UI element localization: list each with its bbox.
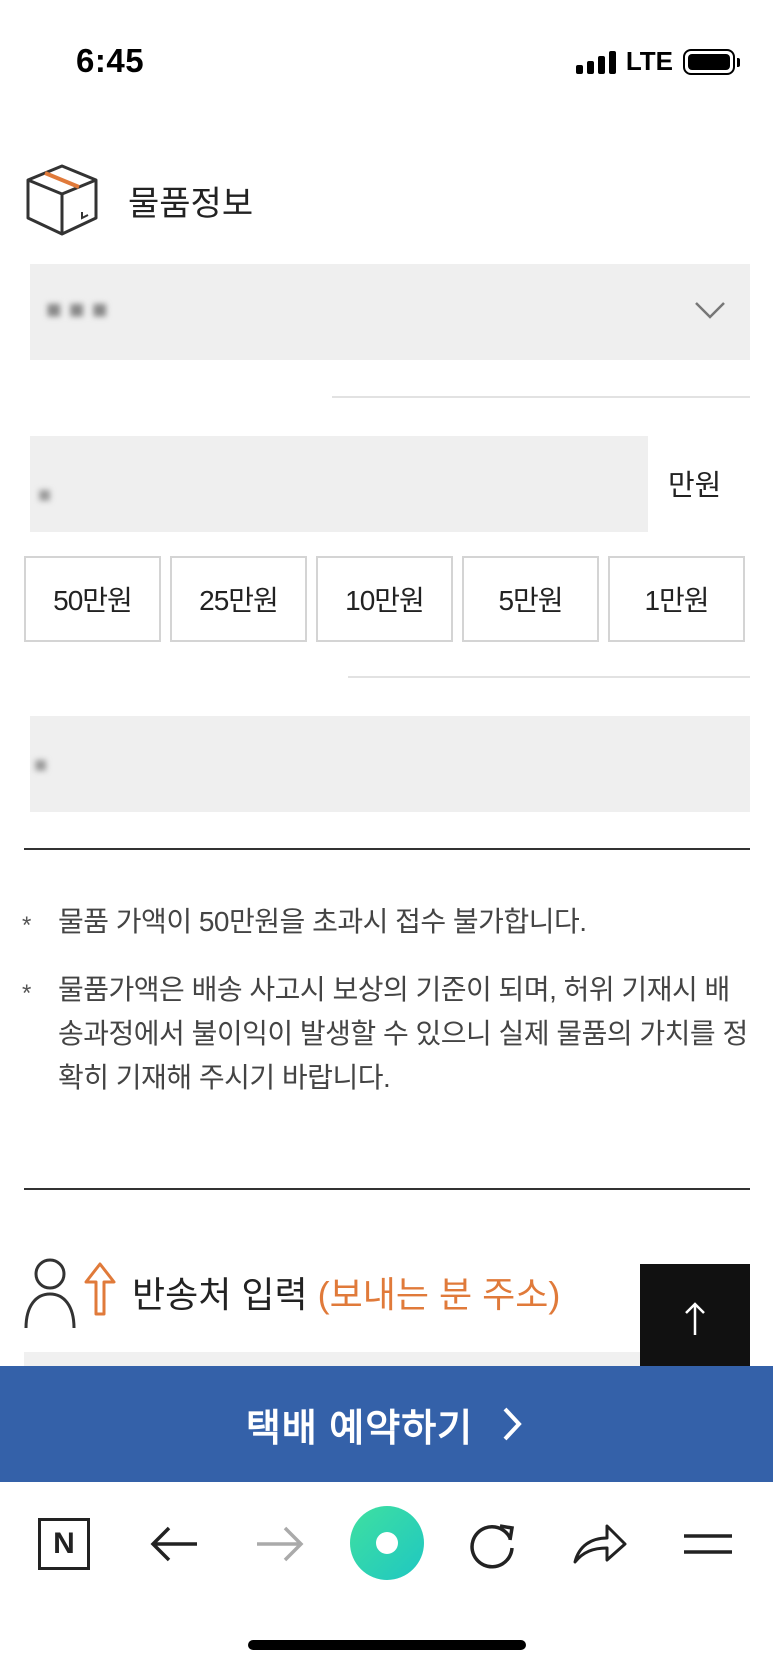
item-name-input[interactable]: ■ <box>30 716 750 812</box>
status-time: 6:45 <box>76 42 145 79</box>
quick-amount-buttons: 50만원 25만원 10만원 5만원 1만원 <box>24 556 745 642</box>
return-address-title: 반송처 입력 (보내는 분 주소) <box>132 1266 560 1318</box>
menu-button[interactable] <box>676 1512 740 1576</box>
share-button[interactable] <box>568 1512 632 1576</box>
battery-icon <box>683 48 740 75</box>
back-button[interactable] <box>142 1512 206 1576</box>
chevron-down-icon <box>695 302 725 319</box>
forward-button[interactable] <box>248 1512 312 1576</box>
naver-home-button[interactable]: N <box>32 1512 96 1576</box>
item-info-header: 물품정보 <box>22 160 253 240</box>
notice-item: * 물품 가액이 50만원을 초과시 접수 불가합니다. <box>22 900 752 948</box>
home-indicator <box>248 1640 526 1650</box>
divider <box>348 676 750 678</box>
return-address-subtitle: (보내는 분 주소) <box>317 1274 561 1315</box>
share-arrow-icon <box>573 1524 627 1564</box>
person-upload-icon <box>24 1258 116 1329</box>
notice-bullet: * <box>22 980 31 1007</box>
notice-text: 물품 가액이 50만원을 초과시 접수 불가합니다. <box>58 906 587 937</box>
item-value-input[interactable]: ■ <box>30 436 648 532</box>
return-address-title-text: 반송처 입력 <box>132 1274 308 1315</box>
amount-25-button[interactable]: 25만원 <box>170 556 307 642</box>
item-name-placeholder: ■ <box>34 752 48 777</box>
divider <box>24 848 750 850</box>
status-bar: 6:45 LTE <box>0 0 773 120</box>
package-box-icon <box>26 164 98 236</box>
notice-item: * 물품가액은 배송 사고시 보상의 기준이 되며, 허위 기재시 배송과정에서… <box>22 968 752 1100</box>
amount-10-button[interactable]: 10만원 <box>316 556 453 642</box>
notice-bullet: * <box>22 912 31 939</box>
green-dot-button[interactable] <box>350 1506 424 1580</box>
network-label: LTE <box>625 46 673 76</box>
chevron-right-icon <box>503 1407 522 1441</box>
amount-5-button[interactable]: 5만원 <box>462 556 599 642</box>
refresh-button[interactable] <box>460 1512 524 1576</box>
naver-n-icon: N <box>38 1518 90 1570</box>
menu-icon <box>684 1534 732 1554</box>
arrow-left-icon <box>150 1526 197 1562</box>
return-address-header: 반송처 입력 (보내는 분 주소) <box>22 1252 560 1332</box>
divider <box>24 1188 750 1190</box>
notice-text: 물품가액은 배송 사고시 보상의 기준이 되며, 허위 기재시 배송과정에서 불… <box>58 974 748 1093</box>
item-category-select[interactable]: ■ ■ ■ <box>30 264 750 360</box>
arrow-up-icon <box>685 1302 705 1335</box>
item-category-value: ■ ■ ■ <box>46 294 108 324</box>
signal-icon <box>575 50 616 74</box>
divider <box>332 396 750 398</box>
reserve-delivery-button[interactable]: 택배 예약하기 <box>0 1366 773 1482</box>
amount-unit-label: 만원 <box>668 470 722 502</box>
notice-list: * 물품 가액이 50만원을 초과시 접수 불가합니다. * 물품가액은 배송 … <box>22 900 752 1120</box>
item-value-placeholder: ■ <box>38 482 52 507</box>
item-info-title: 물품정보 <box>128 184 254 223</box>
browser-toolbar: N <box>0 1482 773 1606</box>
green-dot-icon <box>376 1532 398 1554</box>
amount-1-button[interactable]: 1만원 <box>608 556 745 642</box>
status-indicators: LTE <box>575 46 740 77</box>
reserve-delivery-label: 택배 예약하기 <box>245 1407 474 1450</box>
refresh-icon <box>470 1524 515 1569</box>
scroll-top-button[interactable] <box>640 1264 750 1374</box>
arrow-right-icon <box>257 1526 304 1562</box>
amount-50-button[interactable]: 50만원 <box>24 556 161 642</box>
